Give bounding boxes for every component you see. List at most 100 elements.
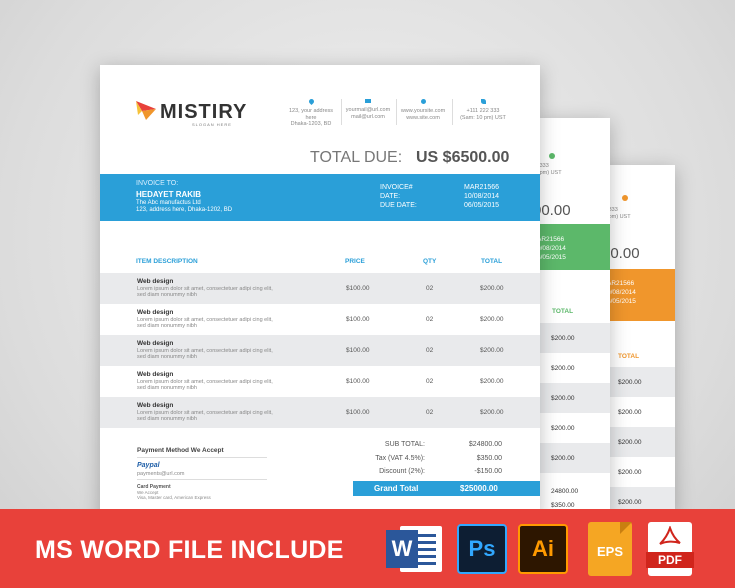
- invoice-header-band: INVOICE TO: HEDAYET RAKIB The Abc manufa…: [100, 174, 540, 221]
- word-label: W: [386, 530, 418, 568]
- client-company: The Abc manufactus Ltd: [136, 200, 201, 206]
- phone-icon: [480, 99, 486, 104]
- contact-line: yourmail@url.com: [345, 107, 391, 113]
- item-price: $100.00: [346, 285, 370, 292]
- location-icon: [307, 97, 315, 106]
- pdf-label: PDF: [646, 552, 694, 568]
- item-desc: sed diam nonummy nibh: [137, 354, 197, 360]
- invoice-due-label: DUE DATE:: [380, 202, 417, 209]
- back3-header-band: AR21566 0/08/2014 6/05/2015: [600, 269, 675, 321]
- invoice-front-page: MISTIRY SLOGAN HERE 123, your address he…: [100, 65, 540, 520]
- contact-line: mail@url.com: [351, 113, 385, 120]
- item-price: $100.00: [346, 347, 370, 354]
- back3-meta-2: 0/08/2014: [607, 289, 636, 296]
- grand-total-value: $25000.00: [460, 484, 498, 493]
- brand-slogan: SLOGAN HERE: [192, 122, 232, 127]
- photoshop-file-icon: Ps: [457, 524, 507, 574]
- brand-name: MISTIRY: [160, 101, 248, 123]
- divider: [452, 99, 453, 125]
- table-row: Web design Lorem ipsum dolor sit amet, c…: [100, 335, 540, 366]
- invoice-number: MAR21566: [464, 184, 500, 191]
- subtotal-value: $24800.00: [468, 441, 502, 448]
- invoice-to-label: INVOICE TO:: [136, 180, 179, 187]
- contact-website: www.yoursite.com www.site.com: [397, 99, 449, 121]
- client-name: HEDAYET RAKIB: [136, 190, 202, 199]
- item-total: $200.00: [480, 285, 504, 292]
- back3-value: $200.00: [618, 409, 642, 416]
- divider: [137, 479, 267, 480]
- item-price: $100.00: [346, 409, 370, 416]
- contact-line: Dhaka-1203, BD: [290, 121, 332, 127]
- item-price: $100.00: [346, 316, 370, 323]
- back2-meta-1: AR21566: [537, 236, 565, 243]
- contact-phone: +111 222 333 (Sam: 10 pm) UST: [454, 99, 512, 121]
- back3-value: $200.00: [618, 439, 642, 446]
- total-due-amount: US $6500.00: [416, 149, 510, 166]
- table-row: Web design Lorem ipsum dolor sit amet, c…: [100, 273, 540, 304]
- contact-line: www.site.com: [406, 114, 440, 121]
- item-qty: 02: [426, 378, 434, 385]
- item-qty: 02: [426, 347, 434, 354]
- ai-label: Ai: [532, 536, 554, 561]
- word-file-icon: W: [386, 524, 442, 574]
- table-row: Web design Lorem ipsum dolor sit amet, c…: [100, 366, 540, 397]
- table-row: Web design Lorem ipsum dolor sit amet, c…: [100, 304, 540, 335]
- back3-value: $200.00: [618, 379, 642, 386]
- back2-tax: $350.00: [551, 502, 575, 509]
- tax-label: Tax (VAT 4.5%):: [375, 455, 425, 462]
- item-total: $200.00: [480, 409, 504, 416]
- items-table: Web design Lorem ipsum dolor sit amet, c…: [100, 273, 540, 428]
- item-total: $200.00: [480, 347, 504, 354]
- brand-logo-icon: [136, 101, 156, 120]
- card-payment-line: Visa, Master card, American Express: [137, 495, 211, 500]
- back2-total-header: TOTAL: [552, 308, 574, 315]
- mail-icon: [365, 99, 371, 103]
- invoice-number-label: INVOICE#: [380, 184, 413, 191]
- globe-icon: [420, 99, 426, 104]
- divider: [137, 457, 267, 458]
- col-header-price: PRICE: [345, 258, 365, 265]
- back3-total-header: TOTAL: [618, 353, 640, 360]
- item-title: Web design: [137, 309, 174, 316]
- contact-line: 123, your address here: [288, 108, 334, 121]
- back2-meta-2: 0/08/2014: [537, 245, 566, 252]
- item-title: Web design: [137, 278, 174, 285]
- contact-address: 123, your address here Dhaka-1203, BD: [285, 97, 337, 128]
- item-qty: 02: [426, 316, 434, 323]
- back3-value: $200.00: [618, 469, 642, 476]
- back2-value: $200.00: [551, 425, 575, 432]
- back2-value: $200.00: [551, 455, 575, 462]
- back2-value: $200.00: [551, 395, 575, 402]
- invoice-date: 10/08/2014: [464, 193, 500, 200]
- discount-value: -$150.00: [474, 468, 502, 475]
- item-desc: sed diam nonummy nibh: [137, 292, 197, 298]
- banner-text: MS WORD FILE INCLUDE: [35, 536, 344, 564]
- client-address: 123, address here, Dhaka-1202, BD: [136, 207, 233, 213]
- payment-title: Payment Method We Accept: [137, 447, 224, 454]
- paypal-label: Paypal: [137, 462, 160, 469]
- back3-meta-3: 6/05/2015: [607, 298, 636, 305]
- item-desc: sed diam nonummy nibh: [137, 385, 197, 391]
- invoice-back-page-green: 2 333 0 pm) UST 00.00 AR21566 0/08/2014 …: [535, 118, 610, 518]
- back3-value: $200.00: [618, 499, 642, 506]
- back3-meta-1: AR21566: [607, 280, 635, 287]
- item-total: $200.00: [480, 378, 504, 385]
- back2-value: $200.00: [551, 365, 575, 372]
- back2-header-band: AR21566 0/08/2014 6/05/2015: [535, 224, 610, 270]
- back2-total: 00.00: [535, 202, 571, 219]
- invoice-date-label: DATE:: [380, 193, 401, 200]
- grand-total-bar: Grand Total $25000.00: [353, 481, 540, 496]
- col-header-description: ITEM DESCRIPTION: [136, 258, 198, 265]
- item-title: Web design: [137, 371, 174, 378]
- phone-icon: [549, 153, 555, 159]
- grand-total-label: Grand Total: [374, 484, 419, 493]
- col-header-qty: QTY: [423, 258, 437, 265]
- item-title: Web design: [137, 340, 174, 347]
- pdf-file-icon: PDF: [646, 522, 694, 576]
- eps-file-icon: EPS: [588, 522, 632, 576]
- item-desc: sed diam nonummy nibh: [137, 416, 197, 422]
- contact-email: yourmail@url.com mail@url.com: [342, 99, 394, 120]
- paypal-email: payments@url.com: [137, 471, 185, 477]
- item-qty: 02: [426, 409, 434, 416]
- total-due-label: TOTAL DUE:: [310, 149, 403, 166]
